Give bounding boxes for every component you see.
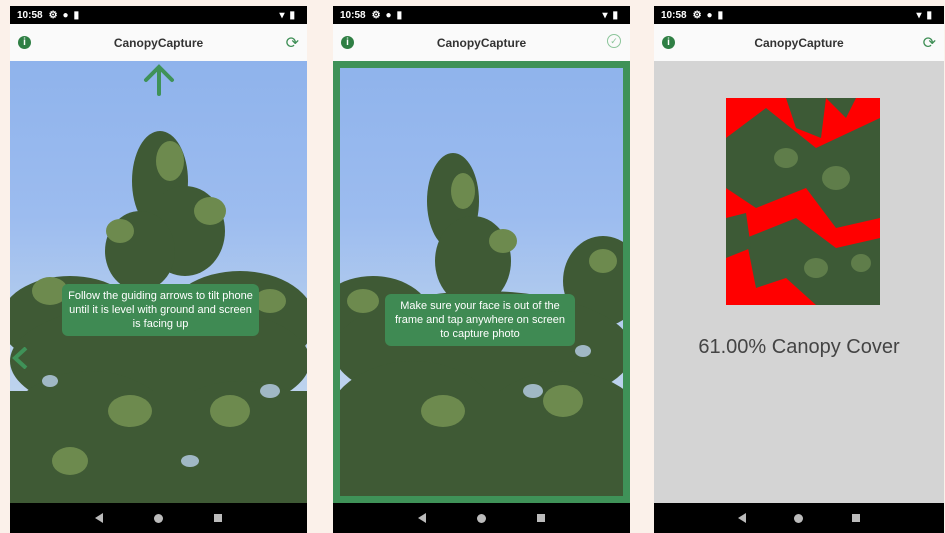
info-icon[interactable]: i [341,36,354,49]
info-icon[interactable]: i [662,36,675,49]
nav-bar [10,503,307,533]
battery-icon: ▮ [612,9,618,21]
app-title: CanopyCapture [113,35,204,50]
recent-apps-icon[interactable] [213,514,222,522]
sd-card-icon: ▮ [396,9,403,21]
status-bar: 10:58 ⚙ ● ▮ ▾ ▮ [333,6,630,24]
location-icon: ● [385,9,392,21]
settings-icon: ⚙ [48,9,58,21]
arrow-left-icon [12,347,28,369]
camera-preview[interactable] [333,61,630,503]
refresh-icon[interactable]: ⟳ [923,33,936,53]
check-circle-icon[interactable]: ✓ [607,34,621,48]
phone-screen-result: 10:58 ⚙ ● ▮ ▾ ▮ i CanopyCapture ⟳ 61.00%… [654,6,944,533]
canopy-analysis-image [726,98,880,305]
arrow-up-icon [144,64,174,96]
camera-preview[interactable] [10,61,307,503]
wifi-icon: ▾ [602,9,608,21]
nav-bar [654,503,944,533]
status-time: 10:58 [340,9,366,21]
status-time: 10:58 [17,9,43,21]
app-bar: i CanopyCapture ⟳ [10,24,307,61]
app-bar: i CanopyCapture ⟳ [654,24,944,61]
app-bar: i CanopyCapture ✓ [333,24,630,61]
battery-icon: ▮ [926,9,932,21]
recent-apps-icon[interactable] [536,514,545,522]
home-icon[interactable] [476,513,486,523]
status-time: 10:58 [661,9,687,21]
tree-foliage [10,131,307,503]
nav-bar [333,503,630,533]
tree-foliage [333,153,630,503]
back-icon[interactable] [418,513,427,523]
home-icon[interactable] [153,513,163,523]
back-icon[interactable] [738,513,747,523]
location-icon: ● [62,9,69,21]
sd-card-icon: ▮ [73,9,80,21]
phone-screen-align: 10:58 ⚙ ● ▮ ▾ ▮ i CanopyCapture ⟳ Follow… [10,6,307,533]
instruction-bubble: Make sure your face is out of the frame … [385,294,575,346]
back-icon[interactable] [95,513,104,523]
status-bar: 10:58 ⚙ ● ▮ ▾ ▮ [10,6,307,24]
recent-apps-icon[interactable] [851,514,860,522]
battery-icon: ▮ [289,9,295,21]
settings-icon: ⚙ [692,9,702,21]
app-title: CanopyCapture [754,35,844,50]
location-icon: ● [706,9,713,21]
wifi-icon: ▾ [916,9,922,21]
sd-card-icon: ▮ [717,9,724,21]
app-title: CanopyCapture [436,35,527,50]
refresh-icon[interactable]: ⟳ [286,33,299,53]
home-icon[interactable] [794,513,804,523]
phone-screen-capture: 10:58 ⚙ ● ▮ ▾ ▮ i CanopyCapture ✓ Make s… [333,6,630,533]
wifi-icon: ▾ [279,9,285,21]
info-icon[interactable]: i [18,36,31,49]
instruction-bubble: Follow the guiding arrows to tilt phone … [62,284,259,336]
canopy-cover-result: 61.00% Canopy Cover [698,336,900,358]
status-bar: 10:58 ⚙ ● ▮ ▾ ▮ [654,6,944,24]
settings-icon: ⚙ [371,9,381,21]
